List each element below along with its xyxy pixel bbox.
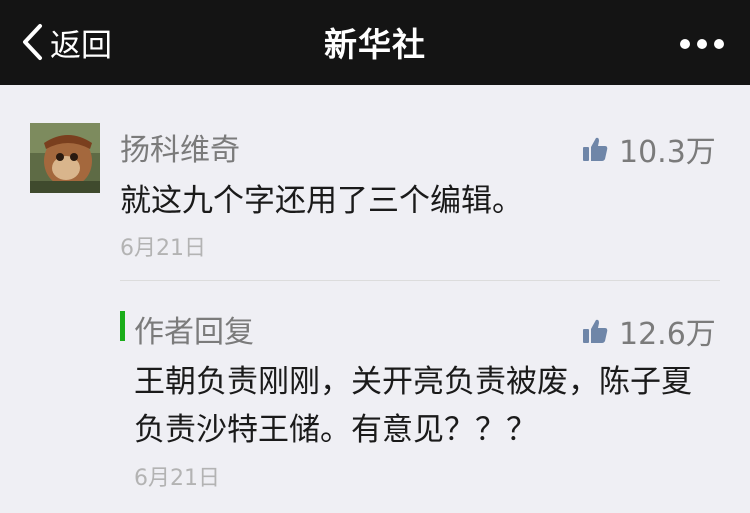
comment-like-count: 10.3万 [619,135,716,170]
comment-like-button[interactable]: 10.3万 [581,127,716,171]
avatar[interactable] [30,123,100,193]
top-nav-bar: 返回 新华社 [0,0,750,85]
reply-date: 6月21日 [134,466,220,491]
thumbs-up-icon [583,137,608,161]
more-button[interactable] [680,38,724,50]
page-title: 新华社 [324,25,426,64]
more-dot [714,39,724,49]
reply-text: 王朝负责刚刚，关开亮负责被废，陈子夏负责沙特王储。有意见？？？ [134,364,692,448]
thumbs-up-icon [583,319,608,343]
avatar-image [30,123,100,193]
reply-accent-bar [120,311,125,341]
reply-like-count: 12.6万 [619,317,716,352]
comment-date: 6月21日 [120,236,206,261]
reply-like-button[interactable]: 12.6万 [581,309,716,353]
more-dot [680,39,690,49]
reply-label: 作者回复 [134,315,254,350]
divider [120,280,720,281]
comment-author[interactable]: 扬科维奇 [120,125,240,169]
comment-text: 就这九个字还用了三个编辑。 [120,183,523,219]
more-dot [697,39,707,49]
